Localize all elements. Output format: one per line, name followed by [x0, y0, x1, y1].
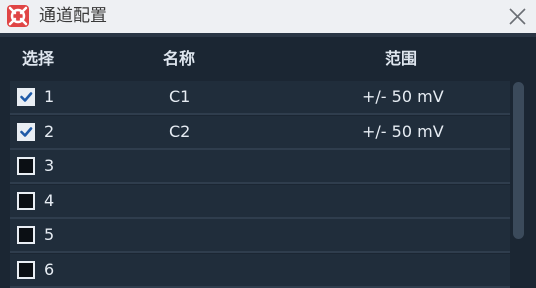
checkbox[interactable]	[17, 261, 35, 279]
channel-name: C1	[169, 87, 191, 106]
window-title: 通道配置	[39, 6, 107, 26]
channel-range: +/- 50 mV	[362, 87, 444, 106]
title-bar: 通道配置	[0, 0, 536, 33]
table-row[interactable]: 3	[10, 150, 510, 184]
channel-number: 5	[44, 225, 55, 244]
header-select: 选择	[22, 49, 55, 68]
channel-number: 4	[44, 191, 55, 210]
table-row[interactable]: 5	[10, 219, 510, 253]
table-row[interactable]: 2 C2 +/- 50 mV	[10, 116, 510, 150]
app-logo-icon	[7, 5, 29, 27]
checkbox[interactable]	[17, 88, 35, 106]
header-name: 名称	[163, 49, 196, 68]
channel-number: 2	[44, 122, 55, 141]
channel-number: 3	[44, 156, 55, 175]
channel-number: 1	[44, 87, 55, 106]
channel-range: +/- 50 mV	[362, 122, 444, 141]
checkbox[interactable]	[17, 226, 35, 244]
channel-name: C2	[169, 122, 191, 141]
close-icon	[509, 8, 526, 25]
checkbox[interactable]	[17, 157, 35, 175]
table-header: 选择 名称 范围	[0, 37, 536, 81]
channel-number: 6	[44, 260, 55, 279]
checkmark-icon	[20, 127, 33, 137]
header-range: 范围	[385, 49, 418, 68]
table-row[interactable]: 6	[10, 254, 510, 288]
table-row[interactable]: 4	[10, 185, 510, 219]
channel-list: 1 C1 +/- 50 mV 2 C2 +/- 50 mV 3 4 5 6	[10, 81, 510, 288]
checkbox[interactable]	[17, 192, 35, 210]
table-row[interactable]: 1 C1 +/- 50 mV	[10, 81, 510, 115]
checkbox[interactable]	[17, 123, 35, 141]
checkmark-icon	[20, 92, 33, 102]
scrollbar-thumb[interactable]	[513, 82, 524, 239]
close-button[interactable]	[500, 0, 536, 33]
